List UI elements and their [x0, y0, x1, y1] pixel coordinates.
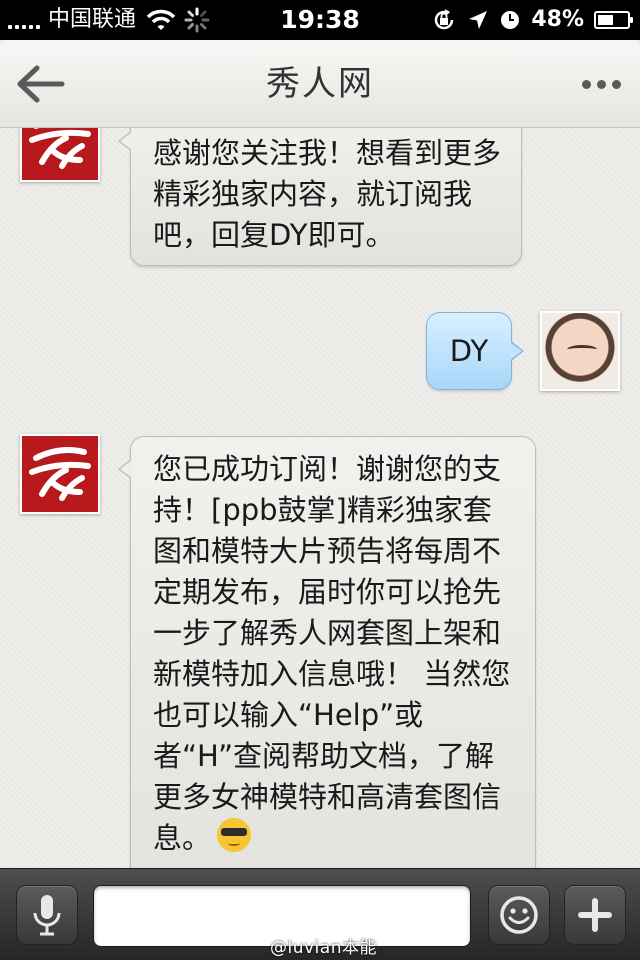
battery-icon [594, 11, 633, 29]
message-text: DY [449, 334, 489, 368]
sunglasses-emoji-icon [217, 818, 252, 852]
brand-avatar[interactable] [20, 128, 100, 182]
message-text: 感谢您关注我！想看到更多精彩独家内容，就订阅我吧，回复DY即可。 [153, 136, 502, 252]
smiley-icon [500, 896, 538, 934]
watermark: @luvian本能 [270, 938, 377, 958]
brand-avatar[interactable] [20, 434, 100, 514]
message-bubble-outgoing[interactable]: DY [426, 312, 524, 390]
emoji-button[interactable] [488, 885, 550, 945]
plus-button[interactable] [564, 885, 626, 945]
message-bubble-incoming[interactable]: 您已成功订阅！谢谢您的支持！[ppb鼓掌]精彩独家套图和模特大片预告将每周不定期… [118, 436, 536, 868]
nav-bar: 秀人网 [0, 40, 640, 128]
microphone-icon [33, 895, 61, 936]
xiuren-logo-icon [22, 128, 98, 180]
voice-button[interactable] [16, 885, 78, 945]
alarm-clock-icon [501, 11, 520, 29]
more-dots-icon [581, 79, 591, 89]
battery-fill [598, 15, 614, 25]
location-arrow-icon [469, 11, 488, 29]
status-bar: 中国联通 19:38 48% [0, 0, 640, 40]
chat-area[interactable]: 感谢您关注我！想看到更多精彩独家内容，就订阅我吧，回复DY即可。 DY 您已成功… [0, 128, 640, 868]
orientation-lock-icon [435, 9, 454, 30]
message-bubble-incoming[interactable]: 感谢您关注我！想看到更多精彩独家内容，就订阅我吧，回复DY即可。 [118, 128, 522, 266]
more-button[interactable] [576, 68, 626, 100]
xiuren-logo-icon [22, 436, 98, 512]
page-title: 秀人网 [266, 64, 374, 104]
user-avatar[interactable] [540, 311, 620, 391]
plus-icon [578, 898, 612, 932]
status-right: 48% [431, 0, 633, 40]
message-text: 您已成功订阅！谢谢您的支持！[ppb鼓掌]精彩独家套图和模特大片预告将每周不定期… [153, 452, 511, 855]
battery-percentage: 48% [531, 7, 584, 32]
